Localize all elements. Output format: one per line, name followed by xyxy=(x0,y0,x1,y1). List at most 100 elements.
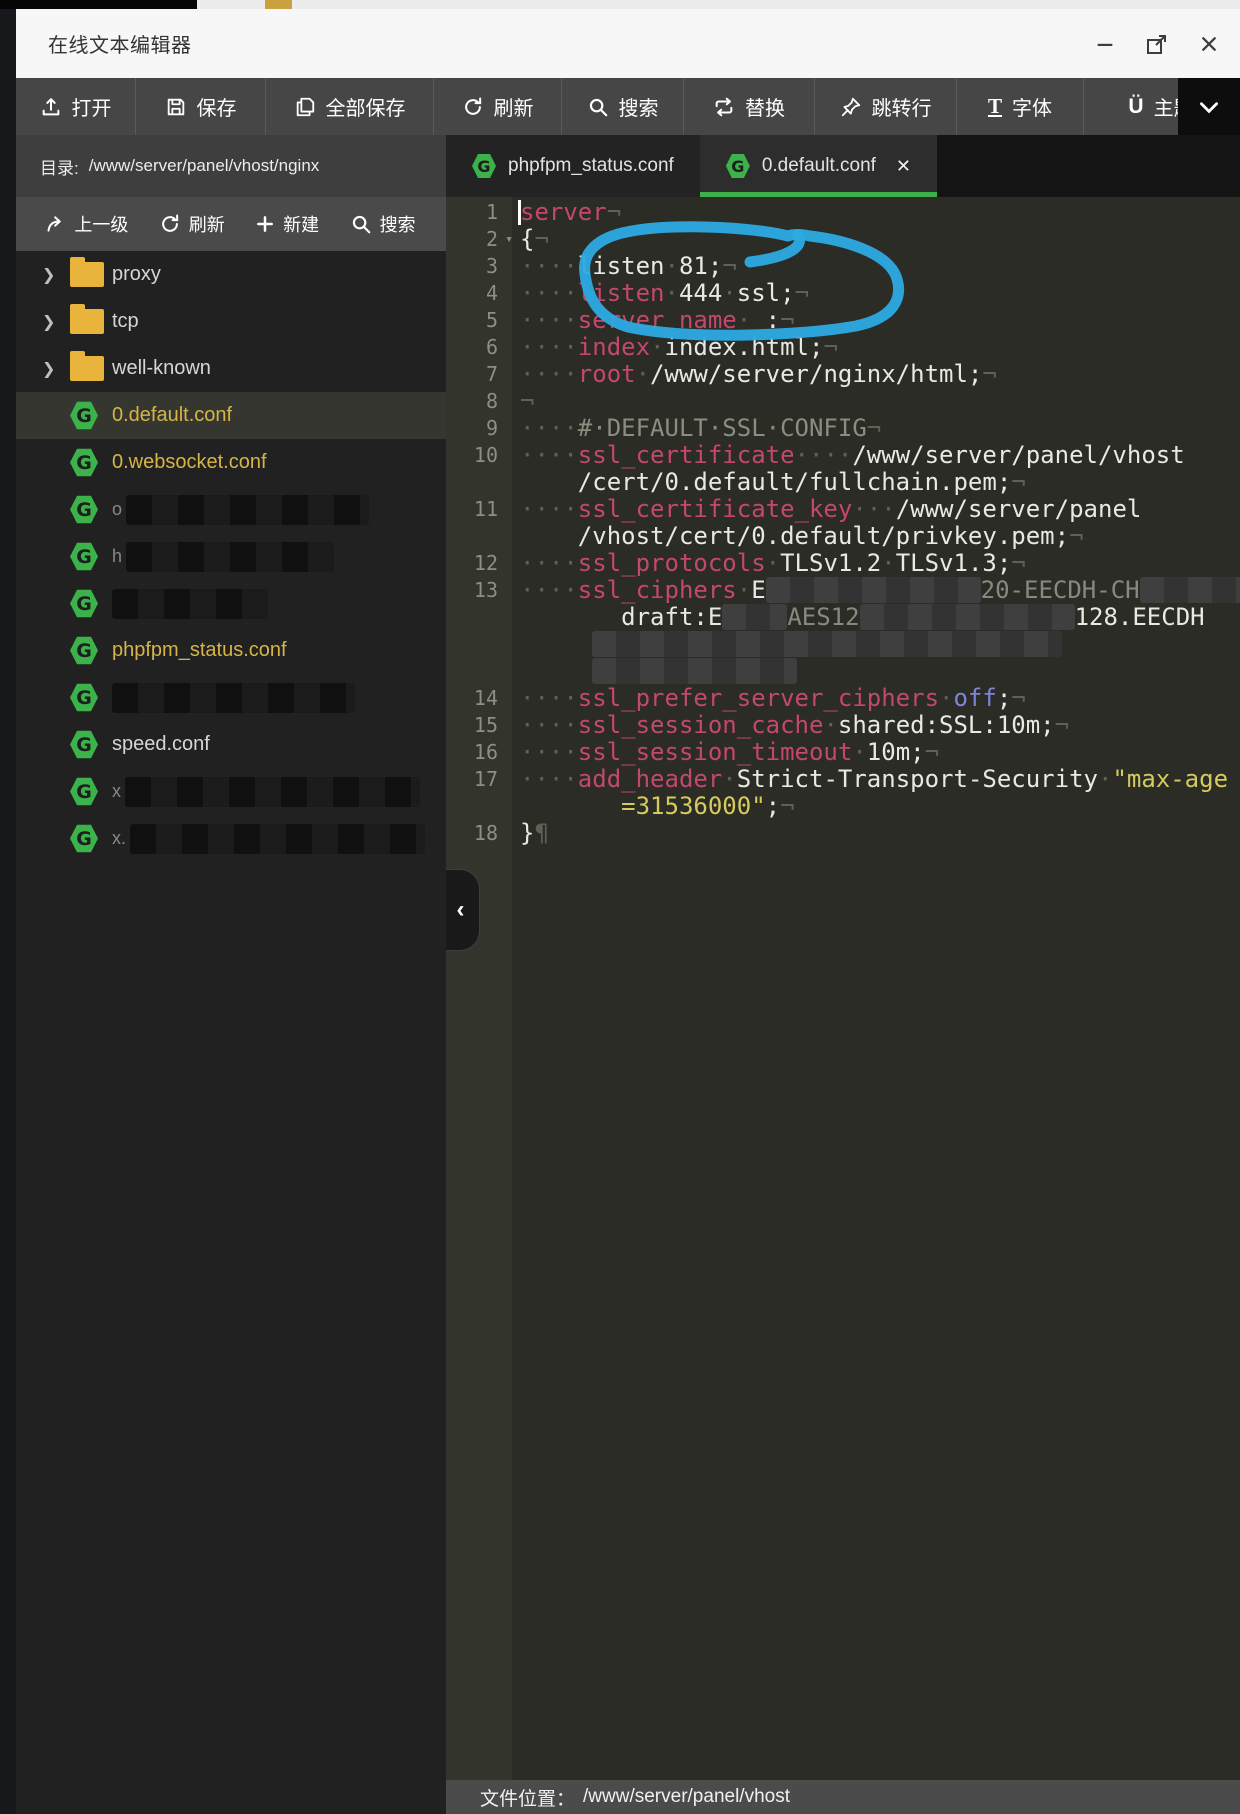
code-redaction-blur xyxy=(766,577,981,603)
tree-folder-proxy[interactable]: ❯proxy xyxy=(16,251,446,298)
tree-file-phpfpm_status.conf[interactable]: Gphpfpm_status.conf xyxy=(16,627,446,674)
window-title: 在线文本编辑器 xyxy=(48,29,192,58)
code-token: ···· xyxy=(520,739,578,766)
code-line[interactable]: draft:EAES12128.EECDH xyxy=(446,604,1240,631)
tree-file-redacted[interactable]: Gh xyxy=(16,533,446,580)
code-line[interactable]: 9····#·DEFAULT·SSL·CONFIG¬ xyxy=(446,415,1240,442)
code-line[interactable]: 5····server_name· :¬ xyxy=(446,307,1240,334)
打开-toolbar-button[interactable]: 打开 xyxy=(16,78,136,135)
跳转行-toolbar-button[interactable]: 跳转行 xyxy=(815,78,957,135)
fold-caret-icon[interactable]: ▾ xyxy=(505,226,513,253)
close-button[interactable] xyxy=(1196,31,1222,57)
code-token: /www/server/nginx/html; xyxy=(650,361,982,388)
code-token: 128.EECDH xyxy=(1075,604,1205,631)
code-line[interactable]: 11····ssl_certificate_key···/www/server/… xyxy=(446,496,1240,523)
code-line[interactable]: 6····index·index.html;¬ xyxy=(446,334,1240,361)
search-icon xyxy=(350,213,372,235)
code-area[interactable]: 1server¬2▾{¬3····listen·81;¬4····listen·… xyxy=(446,197,1240,1780)
tab-phpfpm_status.conf[interactable]: Gphpfpm_status.conf xyxy=(446,135,700,197)
刷新-tree-tool-button[interactable]: 刷新 xyxy=(159,211,225,237)
text-cursor xyxy=(518,200,521,225)
line-number: 14 xyxy=(446,685,512,712)
tree-file-redacted[interactable]: G xyxy=(16,580,446,627)
chevron-right-icon[interactable]: ❯ xyxy=(42,265,55,285)
code-token: ···· xyxy=(520,712,578,739)
code-line[interactable]: 3····listen·81;¬ xyxy=(446,253,1240,280)
code-line[interactable]: 18}¶ xyxy=(446,820,1240,847)
code-line[interactable]: 8¬ xyxy=(446,388,1240,415)
替换-toolbar-button[interactable]: 替换 xyxy=(684,78,815,135)
code-token: ···· xyxy=(520,361,578,388)
刷新-toolbar-button[interactable]: 刷新 xyxy=(434,78,562,135)
line-number: 6 xyxy=(446,334,512,361)
code-line[interactable]: 10····ssl_certificate····/www/server/pan… xyxy=(446,442,1240,469)
code-token: server_name xyxy=(578,307,737,334)
code-token: · xyxy=(636,361,650,388)
chevron-right-icon[interactable]: ❯ xyxy=(42,312,55,332)
tab-label: 0.default.conf xyxy=(762,155,876,177)
code-text: ¬ xyxy=(512,388,1240,415)
code-token: ssl_ciphers xyxy=(578,577,737,604)
code-line[interactable]: =31536000";¬ xyxy=(446,793,1240,820)
tree-file-speed.conf[interactable]: Gspeed.conf xyxy=(16,721,446,768)
editor-window: 在线文本编辑器 打开保存全部保存刷新搜索替换跳转行T字体Ü主题 xyxy=(16,9,1240,1814)
搜索-tree-tool-button[interactable]: 搜索 xyxy=(350,211,416,237)
code-line[interactable] xyxy=(446,631,1240,658)
redacted-filename-fragment: h xyxy=(112,546,122,567)
字体-toolbar-button[interactable]: T字体 xyxy=(957,78,1084,135)
code-line[interactable]: 15····ssl_session_cache·shared:SSL:10m;¬ xyxy=(446,712,1240,739)
code-token: index xyxy=(578,334,650,361)
code-line[interactable]: 16····ssl_session_timeout·10m;¬ xyxy=(446,739,1240,766)
code-token xyxy=(520,604,621,631)
code-line[interactable]: 4····listen·444·ssl;¬ xyxy=(446,280,1240,307)
tree-folder-well-known[interactable]: ❯well-known xyxy=(16,345,446,392)
minimize-button[interactable] xyxy=(1092,31,1118,57)
code-line[interactable]: 12····ssl_protocols·TLSv1.2·TLSv1.3;¬ xyxy=(446,550,1240,577)
tree-file-0.default.conf[interactable]: G0.default.conf xyxy=(16,392,446,439)
line-number: 16 xyxy=(446,739,512,766)
line-number: 3 xyxy=(446,253,512,280)
line-number xyxy=(446,631,512,658)
code-line[interactable]: 14····ssl_prefer_server_ciphers·off;¬ xyxy=(446,685,1240,712)
搜索-toolbar-button[interactable]: 搜索 xyxy=(562,78,684,135)
tab-close-icon[interactable]: ✕ xyxy=(896,156,911,177)
chevron-right-icon[interactable]: ❯ xyxy=(42,359,55,379)
code-token: ···· xyxy=(520,280,578,307)
toolbar-more-button[interactable] xyxy=(1178,78,1240,135)
tab-0.default.conf[interactable]: G0.default.conf✕ xyxy=(700,135,937,197)
code-token: 81; xyxy=(679,253,722,280)
directory-path: /www/server/panel/vhost/nginx xyxy=(89,156,320,176)
code-line[interactable]: 1server¬ xyxy=(446,199,1240,226)
minimize-icon xyxy=(1094,33,1116,55)
tree-file-redacted[interactable]: G xyxy=(16,674,446,721)
code-text: ····ssl_prefer_server_ciphers·off;¬ xyxy=(512,685,1240,712)
保存-toolbar-button[interactable]: 保存 xyxy=(136,78,266,135)
tree-file-0.websocket.conf[interactable]: G0.websocket.conf xyxy=(16,439,446,486)
save-all-icon xyxy=(294,96,316,118)
tree-folder-tcp[interactable]: ❯ tcp xyxy=(16,298,446,345)
新建-tree-tool-button[interactable]: 新建 xyxy=(255,211,319,237)
tree-folder-label: tcp xyxy=(112,310,139,333)
code-line[interactable]: /vhost/cert/0.default/privkey.pem;¬ xyxy=(446,523,1240,550)
code-token: ssl_certificate xyxy=(578,442,795,469)
redaction-blur xyxy=(126,542,334,572)
code-line[interactable]: /cert/0.default/fullchain.pem;¬ xyxy=(446,469,1240,496)
code-text: ····ssl_certificate_key···/www/server/pa… xyxy=(512,496,1240,523)
tree-file-redacted[interactable]: Go xyxy=(16,486,446,533)
上一级-tree-tool-button[interactable]: 上一级 xyxy=(46,211,128,237)
line-number: 18 xyxy=(446,820,512,847)
line-number: 10 xyxy=(446,442,512,469)
maximize-button[interactable] xyxy=(1144,31,1170,57)
tree-file-redacted[interactable]: Gx xyxy=(16,768,446,815)
code-line[interactable]: 7····root·/www/server/nginx/html;¬ xyxy=(446,361,1240,388)
code-line[interactable]: 13····ssl_ciphers·E20-EECDH-CH xyxy=(446,577,1240,604)
code-text: /vhost/cert/0.default/privkey.pem;¬ xyxy=(512,523,1240,550)
toolbar-button-label: 搜索 xyxy=(619,92,659,121)
code-line[interactable]: 2▾{¬ xyxy=(446,226,1240,253)
tree-file-redacted[interactable]: Gx. xyxy=(16,815,446,862)
code-line[interactable]: 17····add_header·Strict-Transport-Securi… xyxy=(446,766,1240,793)
sidebar-collapse-handle[interactable]: ‹ xyxy=(446,869,480,951)
code-line[interactable] xyxy=(446,658,1240,685)
全部保存-toolbar-button[interactable]: 全部保存 xyxy=(266,78,434,135)
code-token: · xyxy=(737,307,751,334)
